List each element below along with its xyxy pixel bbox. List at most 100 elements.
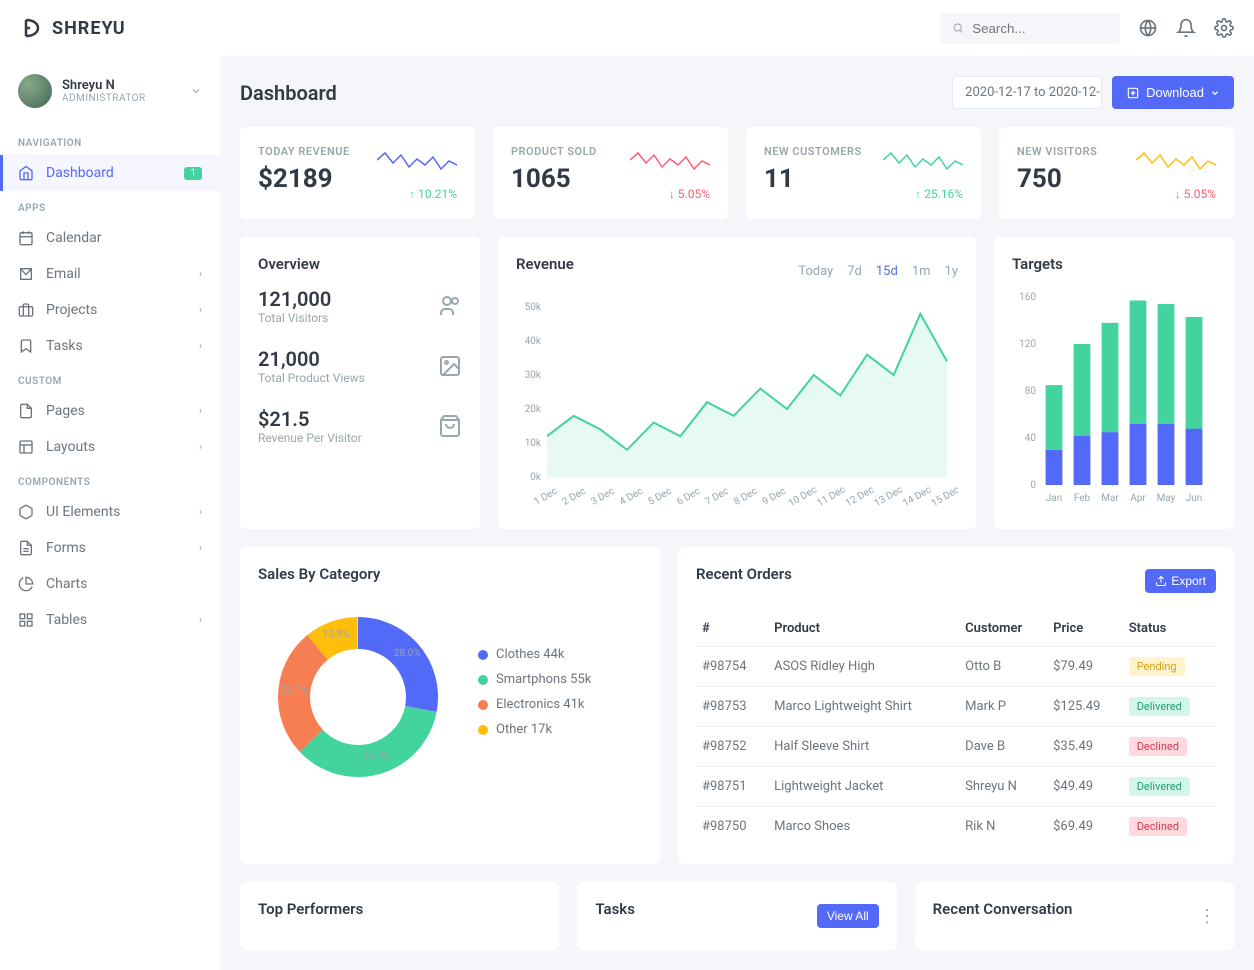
legend-label: Other 17k	[496, 722, 552, 737]
revenue-tab-7d[interactable]: 7d	[847, 264, 862, 279]
stat-change: ↑ 25.16%	[883, 187, 963, 201]
stat-change: ↓ 5.05%	[630, 187, 710, 201]
bag-icon	[438, 414, 462, 438]
logo-icon	[20, 16, 44, 40]
sidebar-item-projects[interactable]: Projects ›	[0, 292, 220, 328]
sidebar-item-label: Projects	[46, 302, 97, 318]
stat-value: $2189	[258, 164, 350, 194]
sidebar-item-charts[interactable]: Charts	[0, 566, 220, 602]
download-button[interactable]: Download	[1112, 76, 1234, 109]
revenue-tab-Today[interactable]: Today	[798, 264, 833, 279]
table-header: Price	[1047, 611, 1123, 647]
download-label: Download	[1146, 85, 1204, 100]
settings-icon[interactable]	[1214, 18, 1234, 38]
chevron-right-icon: ›	[199, 341, 202, 352]
stat-card-0: TODAY REVENUE $2189 ↑ 10.21%	[240, 127, 475, 219]
mail-icon	[18, 266, 34, 282]
date-range-picker[interactable]: 2020-12-17 to 2020-12-	[952, 76, 1102, 109]
conversation-card: Recent Conversation ⋮	[915, 882, 1234, 950]
pie-icon	[18, 576, 34, 592]
revenue-tab-15d[interactable]: 15d	[876, 264, 898, 279]
status-badge: Declined	[1129, 737, 1187, 756]
file-text-icon	[18, 540, 34, 556]
user-block[interactable]: Shreyu N ADMINISTRATOR	[0, 74, 220, 126]
overview-label: Revenue Per Visitor	[258, 431, 362, 445]
table-header: Product	[768, 611, 959, 647]
brand-logo[interactable]: SHREYU	[20, 16, 126, 40]
sidebar-item-forms[interactable]: Forms ›	[0, 530, 220, 566]
legend-label: Electronics 41k	[496, 697, 584, 712]
svg-text:6 Dec: 6 Dec	[675, 486, 702, 507]
table-row[interactable]: #98752 Half Sleeve Shirt Dave B $35.49 D…	[696, 727, 1216, 767]
more-icon[interactable]: ⋮	[1198, 906, 1216, 927]
sidebar-item-label: Calendar	[46, 230, 102, 246]
status-badge: Delivered	[1129, 777, 1190, 796]
table-row[interactable]: #98750 Marco Shoes Rik N $69.49 Declined	[696, 807, 1216, 847]
stat-card-2: NEW CUSTOMERS 11 ↑ 25.16%	[746, 127, 981, 219]
order-product: Marco Shoes	[768, 807, 959, 847]
revenue-tab-1y[interactable]: 1y	[945, 264, 958, 279]
overview-value: $21.5	[258, 407, 362, 431]
legend-item: Electronics 41k	[478, 697, 591, 712]
sidebar-item-email[interactable]: Email ›	[0, 256, 220, 292]
chevron-right-icon: ›	[199, 406, 202, 417]
nav-section-label: NAVIGATION	[0, 126, 220, 155]
table-row[interactable]: #98751 Lightweight Jacket Shreyu N $49.4…	[696, 767, 1216, 807]
sidebar-item-dashboard[interactable]: Dashboard 1	[0, 155, 220, 191]
sidebar-item-label: Tables	[46, 612, 87, 628]
stat-label: NEW CUSTOMERS	[764, 145, 862, 158]
stat-card-1: PRODUCT SOLD 1065 ↓ 5.05%	[493, 127, 728, 219]
svg-text:4 Dec: 4 Dec	[618, 486, 645, 507]
overview-title: Overview	[258, 255, 462, 273]
svg-text:35.0%: 35.0%	[362, 750, 389, 761]
legend-label: Smartphons 55k	[496, 672, 591, 687]
svg-text:Jun: Jun	[1186, 493, 1203, 504]
table-header: #	[696, 611, 768, 647]
table-row[interactable]: #98753 Marco Lightweight Shirt Mark P $1…	[696, 687, 1216, 727]
targets-chart: 04080120160JanFebMarAprMayJun	[1012, 287, 1216, 507]
svg-text:3 Dec: 3 Dec	[589, 486, 616, 507]
svg-text:Feb: Feb	[1074, 493, 1091, 504]
stat-value: 11	[764, 164, 862, 194]
recent-orders-card: Recent Orders Export #ProductCustomerPri…	[678, 547, 1234, 864]
order-id: #98751	[696, 767, 768, 807]
targets-title: Targets	[1012, 255, 1216, 273]
order-customer: Otto B	[959, 647, 1047, 687]
chevron-down-icon[interactable]	[190, 85, 202, 97]
legend-item: Other 17k	[478, 722, 591, 737]
table-row[interactable]: #98754 ASOS Ridley High Otto B $79.49 Pe…	[696, 647, 1216, 687]
globe-icon[interactable]	[1138, 18, 1158, 38]
search-box[interactable]	[940, 13, 1120, 44]
sidebar-item-tasks[interactable]: Tasks ›	[0, 328, 220, 364]
sidebar-item-calendar[interactable]: Calendar	[0, 220, 220, 256]
users-icon	[438, 294, 462, 318]
sidebar-item-tables[interactable]: Tables ›	[0, 602, 220, 638]
svg-text:28.0%: 28.0%	[394, 648, 421, 659]
sidebar-item-label: Pages	[46, 403, 85, 419]
legend-dot	[478, 650, 488, 660]
export-button[interactable]: Export	[1145, 569, 1216, 593]
svg-text:Jan: Jan	[1046, 493, 1062, 504]
order-id: #98754	[696, 647, 768, 687]
search-icon	[952, 21, 964, 35]
revenue-tab-1m[interactable]: 1m	[912, 264, 931, 279]
svg-text:30k: 30k	[525, 370, 542, 381]
search-input[interactable]	[972, 21, 1108, 36]
svg-text:26.1%: 26.1%	[281, 685, 308, 696]
sidebar-item-label: Layouts	[46, 439, 95, 455]
sparkline	[1136, 145, 1216, 175]
sidebar-item-layouts[interactable]: Layouts ›	[0, 429, 220, 465]
table-header: Status	[1123, 611, 1216, 647]
sidebar-item-label: Forms	[46, 540, 86, 556]
sparkline	[883, 145, 963, 175]
order-product: Half Sleeve Shirt	[768, 727, 959, 767]
sidebar-item-ui-elements[interactable]: UI Elements ›	[0, 494, 220, 530]
overview-value: 121,000	[258, 287, 331, 311]
order-id: #98752	[696, 727, 768, 767]
bell-icon[interactable]	[1176, 18, 1196, 38]
order-customer: Shreyu N	[959, 767, 1047, 807]
sidebar-item-pages[interactable]: Pages ›	[0, 393, 220, 429]
svg-text:10 Dec: 10 Dec	[787, 484, 819, 507]
svg-text:12 Dec: 12 Dec	[844, 484, 876, 507]
view-all-button[interactable]: View All	[817, 904, 879, 928]
